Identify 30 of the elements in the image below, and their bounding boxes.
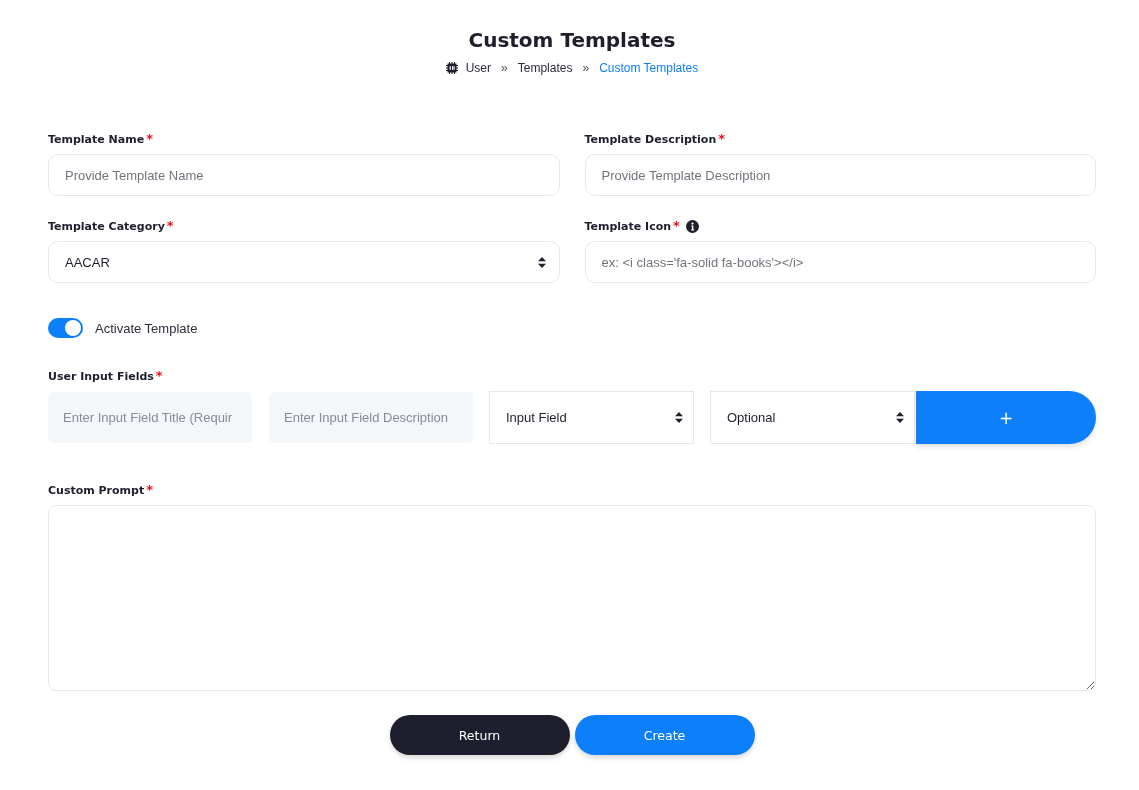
breadcrumb-link[interactable]: Templates	[517, 59, 573, 77]
info-icon[interactable]	[685, 219, 699, 233]
field-label: Template Name*	[48, 131, 153, 148]
field-label: Template Description*	[584, 131, 726, 148]
breadcrumb-link[interactable]: User	[465, 59, 492, 77]
toggle-label: Activate Template	[95, 320, 198, 336]
breadcrumb-current: Custom Templates	[599, 60, 699, 77]
page-title: Custom Templates	[468, 28, 676, 53]
sort-caret-icon	[675, 412, 683, 423]
field-label: Custom Prompt*	[48, 482, 153, 499]
select-dropdown[interactable]: Input Field	[489, 391, 694, 444]
text-input[interactable]: Provide Template Name	[48, 154, 560, 196]
select-dropdown[interactable]: Optional	[710, 391, 915, 444]
breadcrumb-separator: »	[582, 60, 590, 77]
field-label: User Input Fields*	[48, 368, 163, 385]
sort-caret-icon	[537, 256, 546, 268]
text-input[interactable]: ex: <i class='fa-solid fa-books'></i>	[584, 241, 1096, 283]
return-button[interactable]: Return	[389, 715, 570, 755]
create-button[interactable]: Create	[574, 715, 755, 755]
field-label: Template Icon*	[584, 218, 680, 235]
toggle-switch[interactable]	[48, 318, 83, 338]
sort-caret-icon	[896, 412, 904, 423]
breadcrumb-separator: »	[501, 60, 508, 77]
chip-icon	[445, 62, 458, 74]
add-button[interactable]: +	[916, 391, 1096, 444]
field-label: Template Category*	[48, 218, 174, 235]
text-input[interactable]: Provide Template Description	[584, 154, 1096, 196]
select-dropdown[interactable]: AACAR	[48, 241, 560, 283]
text-input[interactable]: Enter Input Field Description	[269, 392, 473, 443]
text-input[interactable]: Enter Input Field Title (Requir	[48, 392, 252, 443]
